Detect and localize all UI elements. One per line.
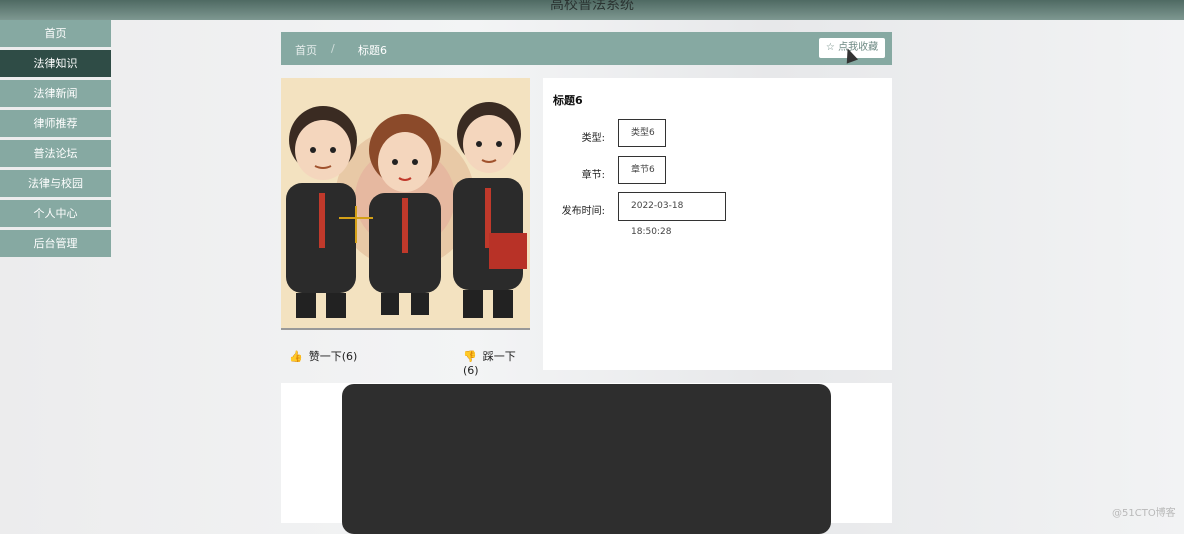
breadcrumb-separator: / (331, 42, 335, 55)
app-title: 高校普法系统 (550, 0, 634, 13)
sidebar-item-legal-knowledge[interactable]: 法律知识 (0, 50, 111, 77)
dislike-button[interactable]: 👎 踩一下(6) (463, 348, 530, 377)
chapter-label: 章节: (581, 170, 605, 181)
type-value: 类型6 (618, 119, 666, 147)
watermark: @51CTO博客 (1112, 508, 1176, 519)
sidebar-item-forum[interactable]: 普法论坛 (0, 140, 111, 167)
vote-bar: 👍 赞一下(6) 👎 踩一下(6) (281, 340, 530, 377)
breadcrumb-home[interactable]: 首页 (295, 42, 317, 58)
lawyers-illustration (281, 78, 530, 328)
sidebar: 首页 法律知识 法律新闻 律师推荐 普法论坛 法律与校园 个人中心 后台管理 (0, 20, 111, 260)
breadcrumb-current: 标题6 (358, 44, 387, 57)
thumb-down-icon: 👎 (463, 350, 477, 363)
video-player[interactable] (342, 384, 831, 534)
sidebar-item-legal-news[interactable]: 法律新闻 (0, 80, 111, 107)
thumb-up-icon: 👍 (289, 350, 303, 363)
like-label: 赞一下(6) (308, 350, 358, 363)
chapter-value: 章节6 (618, 156, 666, 184)
sidebar-item-law-campus[interactable]: 法律与校园 (0, 170, 111, 197)
sidebar-item-lawyers[interactable]: 律师推荐 (0, 110, 111, 137)
sidebar-item-user-center[interactable]: 个人中心 (0, 200, 111, 227)
like-button[interactable]: 👍 赞一下(6) (289, 348, 357, 364)
top-header: 高校普法系统 (0, 0, 1184, 20)
publish-time-value: 2022-03-18 18:50:28 (618, 192, 726, 237)
article-image (281, 78, 530, 330)
sidebar-item-admin[interactable]: 后台管理 (0, 230, 111, 257)
sidebar-item-home[interactable]: 首页 (0, 20, 111, 47)
breadcrumb: 首页 / 标题6 ☆ 点我收藏 (281, 32, 892, 65)
type-label: 类型: (581, 133, 605, 144)
detail-title: 标题6 (553, 94, 583, 107)
publish-time-label: 发布时间: (561, 206, 605, 217)
detail-card: 标题6 类型: 类型6 章节: 章节6 发布时间: 2022-03-18 18:… (543, 78, 892, 370)
video-section (281, 383, 892, 534)
